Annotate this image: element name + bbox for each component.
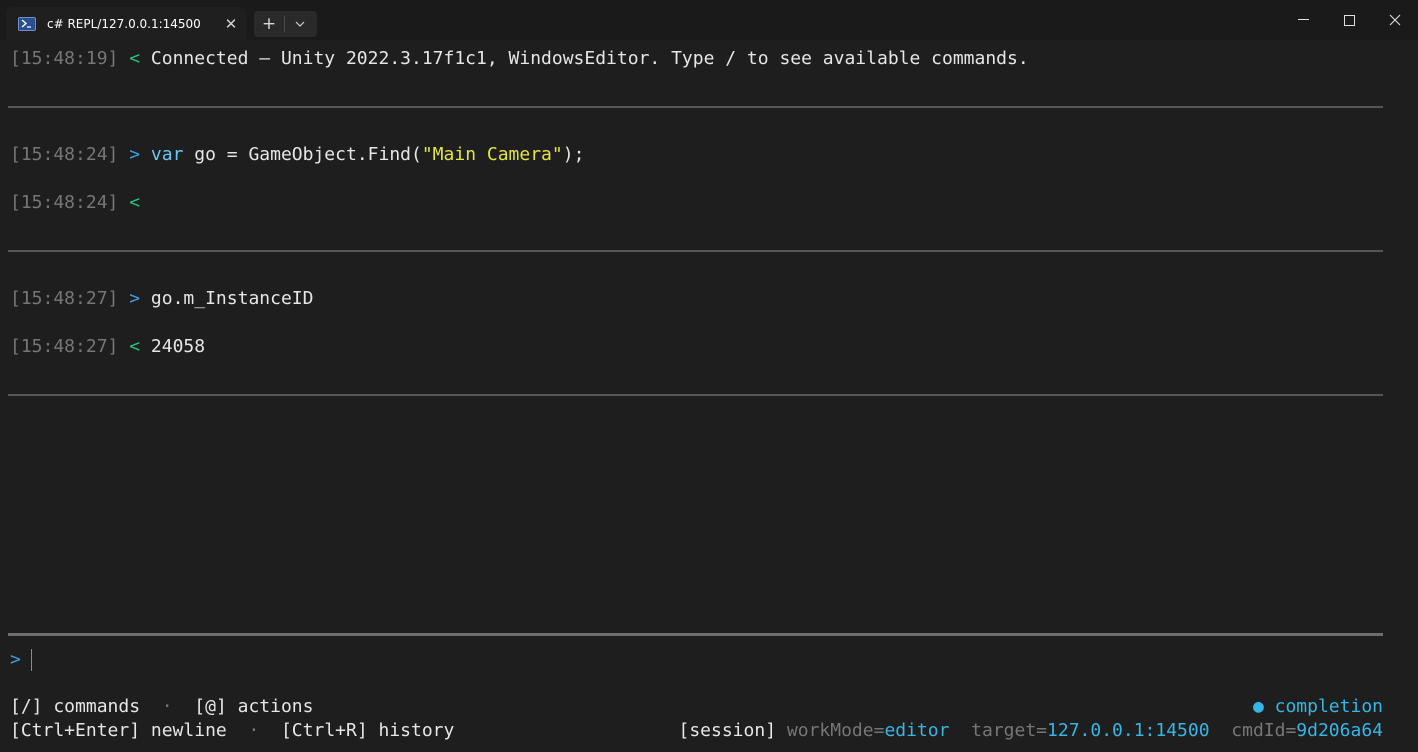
session-status: [session] workMode=editor target=127.0.0… — [679, 719, 1384, 743]
input-divider — [8, 633, 1383, 636]
powershell-icon — [18, 16, 36, 31]
code-keyword: var — [150, 144, 184, 165]
output-prompt: < — [129, 192, 141, 213]
output-prompt: < — [129, 48, 141, 69]
newline-hint: [Ctrl+Enter] newline — [10, 720, 227, 741]
code-text: ); — [562, 144, 585, 165]
timestamp: [15:48:24] — [10, 192, 119, 213]
completion-label: completion — [1274, 696, 1383, 717]
code-string: "Main Camera" — [421, 144, 563, 165]
input-prompt: > — [129, 144, 141, 165]
tab-close-icon[interactable]: ✕ — [216, 15, 246, 33]
commands-hint[interactable]: [/] commands — [10, 696, 140, 717]
tab-title: c# REPL/127.0.0.1:14500 — [47, 16, 201, 31]
actions-hint[interactable]: [@] actions — [194, 696, 313, 717]
minimize-icon[interactable] — [1280, 0, 1326, 40]
target-key: target= — [971, 720, 1048, 741]
entry-divider — [8, 394, 1383, 396]
workmode-value: editor — [884, 720, 950, 741]
log-entry-output: [15:48:27] < 24058 — [10, 335, 205, 359]
workmode-key: workMode= — [786, 720, 885, 741]
hint-separator: · — [248, 720, 260, 741]
session-label: [session] — [678, 720, 777, 741]
input-prompt: > — [10, 649, 21, 670]
entry-divider — [8, 106, 1383, 108]
code-text: go.m_InstanceID — [150, 288, 314, 309]
close-icon[interactable] — [1372, 0, 1418, 40]
history-hint[interactable]: [Ctrl+R] history — [281, 720, 454, 741]
input-prompt: > — [129, 288, 141, 309]
chevron-down-icon[interactable] — [285, 21, 315, 27]
log-entry-input: [15:48:27] > go.m_InstanceID — [10, 287, 313, 311]
maximize-icon[interactable] — [1326, 0, 1372, 40]
code-text: go = GameObject.Find( — [183, 144, 422, 165]
new-tab-button[interactable]: + — [254, 11, 284, 37]
timestamp: [15:48:24] — [10, 144, 119, 165]
new-tab-split-button: + — [254, 11, 317, 37]
timestamp: [15:48:27] — [10, 336, 119, 357]
hint-separator: · — [161, 696, 173, 717]
log-entry-input: [15:48:24] > var go = GameObject.Find("M… — [10, 143, 584, 167]
output-text: Connected — Unity 2022.3.17f1c1, Windows… — [150, 48, 1029, 69]
cmdid-value: 9d206a64 — [1296, 720, 1383, 741]
entry-divider — [8, 250, 1383, 252]
timestamp: [15:48:27] — [10, 288, 119, 309]
footer-hints-row1: [/] commands · [@] actions — [10, 695, 313, 719]
log-entry-output: [15:48:24] < — [10, 191, 151, 215]
output-prompt: < — [129, 336, 141, 357]
completion-indicator: ● completion — [1253, 695, 1383, 719]
footer-hints-row2: [Ctrl+Enter] newline · [Ctrl+R] history — [10, 719, 454, 743]
cmdid-key: cmdId= — [1231, 720, 1297, 741]
log-entry-connected: [15:48:19] < Connected — Unity 2022.3.17… — [10, 47, 1029, 71]
text-cursor — [31, 649, 32, 671]
timestamp: [15:48:19] — [10, 48, 119, 69]
repl-input[interactable]: > — [10, 648, 32, 672]
target-value: 127.0.0.1:14500 — [1047, 720, 1210, 741]
title-bar: c# REPL/127.0.0.1:14500 ✕ + — [0, 0, 1418, 40]
output-text: 24058 — [150, 336, 206, 357]
status-dot-icon: ● — [1252, 696, 1264, 717]
terminal-tab[interactable]: c# REPL/127.0.0.1:14500 ✕ — [6, 7, 246, 40]
